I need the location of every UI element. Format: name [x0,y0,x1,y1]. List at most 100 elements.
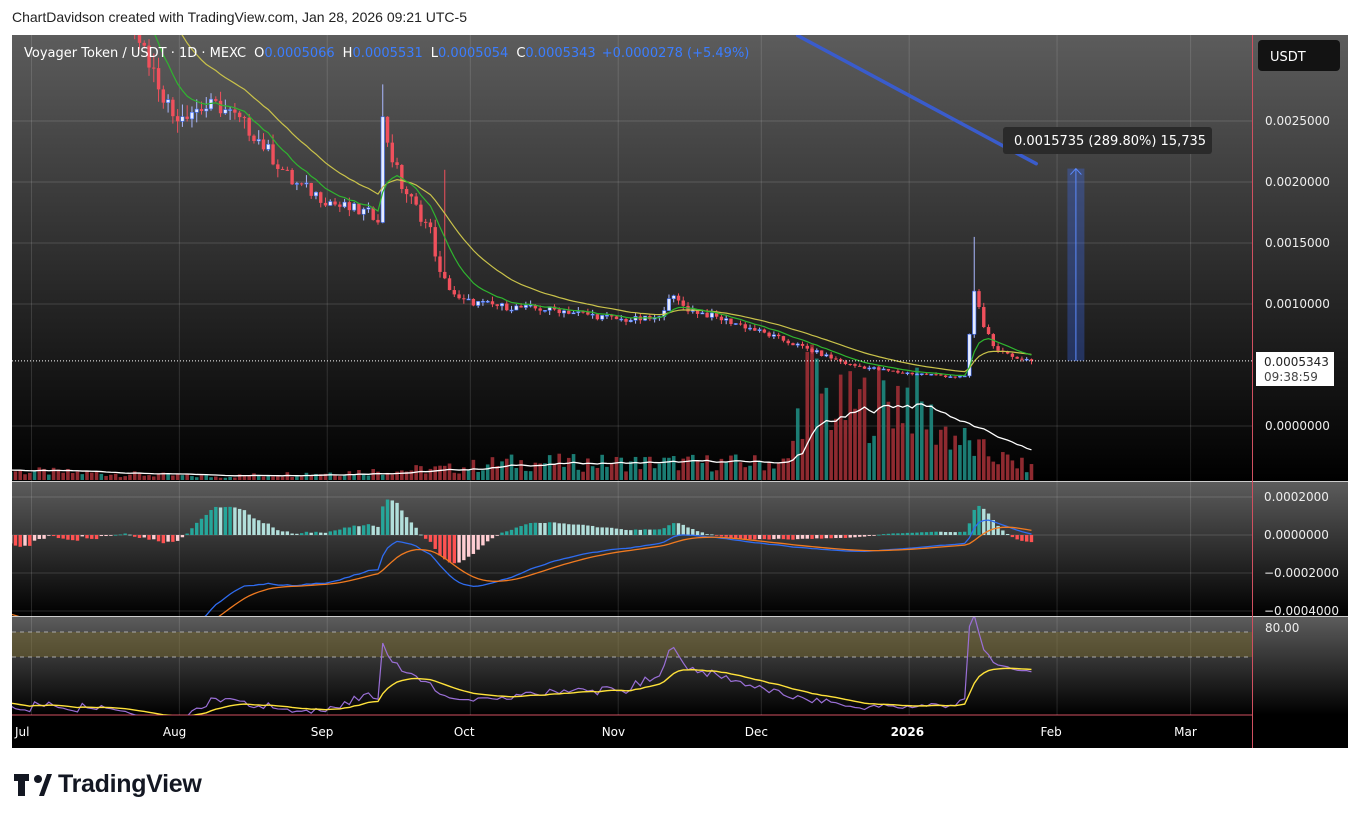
macd-histogram-bar [199,518,204,535]
candle-down [877,367,881,370]
candle-down [376,219,380,223]
macd-histogram-bar [610,527,614,535]
candle-up [223,109,228,114]
volume-bar [156,474,161,480]
symbol-legend[interactable]: Voyager Token / USDT · 1D · MEXC O0.00050… [24,46,749,61]
candle-up [189,112,194,120]
candle-down [299,183,304,185]
volume-bar [919,401,924,480]
macd-histogram-bar [557,523,561,535]
candle-up [576,311,581,313]
macd-histogram-bar [66,535,70,540]
volume-bar [299,476,304,480]
candle-down [567,310,571,314]
macd-histogram-bar [786,535,790,540]
macd-histogram-bar [586,525,590,535]
macd-histogram-bar [276,530,280,535]
candle-down [943,375,948,377]
macd-histogram-bar [638,529,643,535]
volume-bar [915,367,919,480]
volume-bar [767,462,771,480]
macd-histogram-bar [838,535,843,538]
candle-down [781,336,786,341]
volume-bar [190,476,194,480]
candle-down [214,99,218,101]
volume-bar [609,463,614,480]
candle-up [604,314,609,317]
macd-histogram-bar [1029,535,1034,543]
volume-bar [896,385,900,480]
macd-histogram-bar [175,535,180,541]
candle-down [538,308,542,311]
candle-down [357,203,361,215]
price-tick: 0.0020000 [1265,175,1330,189]
currency-button[interactable]: USDT [1258,40,1340,71]
candle-down [233,109,237,113]
volume-bar [18,469,23,480]
volume-bar [566,457,571,480]
volume-bar [571,454,576,480]
volume-bar [614,456,619,480]
volume-bar [986,456,991,480]
macd-histogram-bar [280,531,285,535]
macd-histogram-bar [271,527,275,535]
volume-bar [12,471,13,480]
tradingview-logo[interactable]: TradingView [14,770,202,799]
macd-histogram-bar [796,535,800,540]
volume-bar [1001,452,1005,480]
macd-histogram-bar [862,535,867,537]
candle-down [261,139,266,150]
macd-histogram-bar [877,534,881,536]
candle-down [128,3,131,20]
candle-down [161,89,166,103]
candle-down [171,99,175,117]
macd-histogram-bar [409,522,414,535]
candle-up [919,373,924,375]
macd-histogram-bar [18,535,22,547]
volume-bar [304,472,309,480]
macd-histogram-bar [252,518,256,535]
macd-histogram-bar [662,528,666,535]
volume-bar [857,389,862,480]
candle-down [719,316,724,321]
volume-bar [743,467,748,480]
candle-down [137,35,142,43]
volume-bar [738,462,743,480]
candle-down [843,361,848,365]
macd-histogram-bar [686,527,690,535]
candle-up [929,373,934,376]
candle-down [280,168,285,170]
macd-histogram-bar [528,523,533,535]
candle-down [934,374,938,376]
macd-pane[interactable] [12,482,1348,616]
volume-bar [853,408,857,480]
candle-down [977,291,981,308]
macd-histogram-bar [1025,535,1029,542]
candle-up [1024,358,1029,361]
macd-histogram-bar [371,525,375,535]
volume-bar [772,468,776,480]
volume-bar [266,475,271,480]
time-axis[interactable] [12,715,1348,748]
macd-histogram-bar [691,529,695,535]
candle-down [338,204,342,207]
volume-bar [671,456,676,480]
macd-histogram-bar [352,525,356,535]
candle-up [666,298,671,311]
candle-up [361,208,366,215]
macd-histogram-bar [228,506,232,535]
chart[interactable]: Jul Aug Sep Oct Nov Dec 2026 Feb Mar 0.0025000 0.0… [0,0,1358,824]
volume-bar [733,454,738,480]
macd-histogram-bar [404,517,409,535]
macd-histogram-bar [891,533,895,535]
candle-down [705,312,709,318]
macd-histogram-bar [605,527,609,535]
macd-histogram-bar [171,535,175,542]
price-tick: 0.0015000 [1265,236,1330,250]
macd-histogram-bar [85,535,89,539]
volume-bar [748,465,752,480]
macd-histogram-bar [929,531,933,535]
macd-histogram-bar [414,527,418,535]
macd-histogram-bar [881,534,886,535]
macd-histogram-bar [672,523,676,535]
